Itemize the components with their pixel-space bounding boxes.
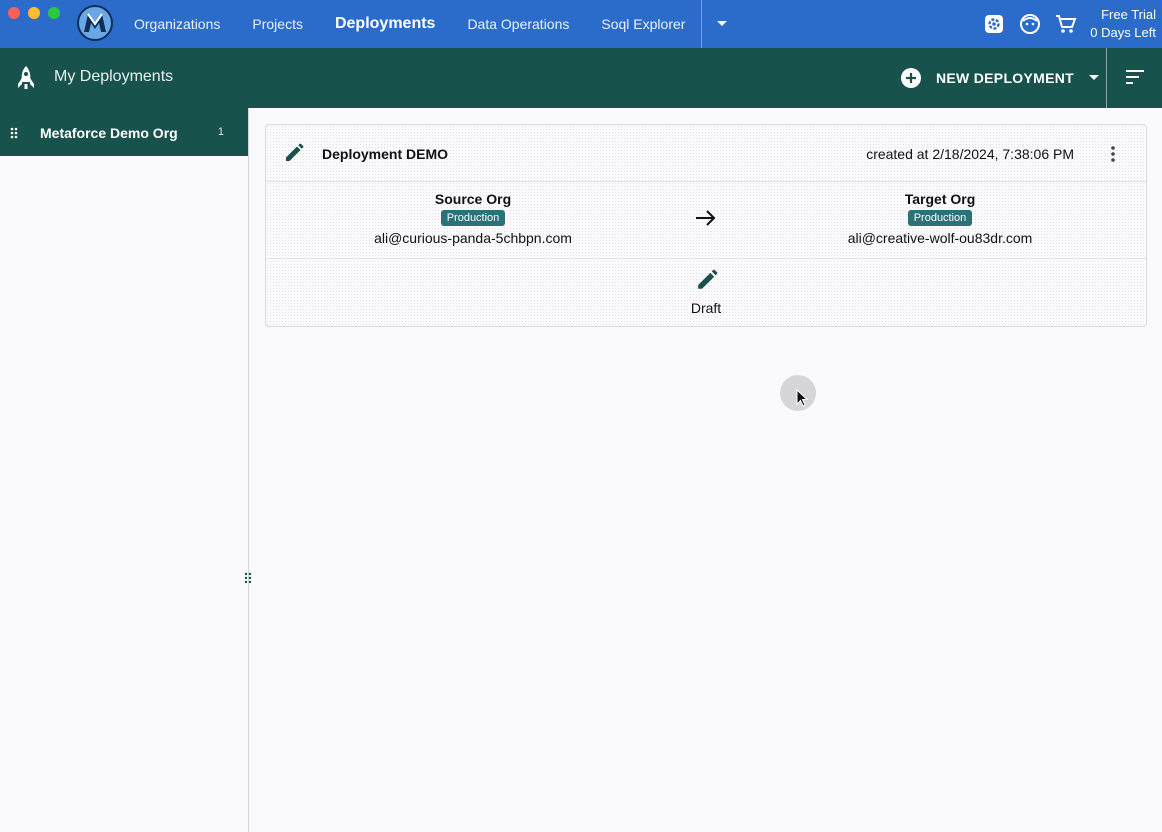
source-org: Source Org Production ali@curious-panda-… [323, 190, 623, 246]
deployment-card-header: Deployment DEMO created at 2/18/2024, 7:… [266, 125, 1146, 182]
more-vertical-icon[interactable] [1110, 144, 1116, 164]
source-org-email: ali@curious-panda-5chbpn.com [374, 230, 572, 246]
cart-button[interactable] [1054, 12, 1078, 36]
pencil-icon[interactable] [284, 143, 304, 163]
target-org-email: ali@creative-wolf-ou83dr.com [847, 230, 1033, 246]
deployment-title: Deployment DEMO [322, 146, 449, 162]
org-pair-row: Source Org Production ali@curious-panda-… [266, 182, 1146, 259]
mouse-cursor-highlight [780, 375, 816, 411]
header-divider [1106, 48, 1107, 108]
target-org-badge: Production [907, 210, 973, 226]
top-right-actions: Free Trial 0 Days Left [982, 0, 1156, 48]
logo-m-icon [84, 13, 106, 32]
drag-handle-icon[interactable] [10, 127, 18, 139]
sort-icon[interactable] [1124, 66, 1146, 88]
settings-icon [985, 15, 1004, 33]
target-org: Target Org Production ali@creative-wolf-… [790, 190, 1090, 246]
caret-down-icon [717, 21, 728, 26]
page-title: My Deployments [54, 68, 174, 85]
zoom-window-button[interactable] [48, 7, 60, 19]
nav-organizations[interactable]: Organizations [118, 16, 236, 32]
sidebar-item-label: Metaforce Demo Org [40, 125, 178, 141]
target-org-heading: Target Org [904, 191, 976, 207]
trial-days-left: 0 Days Left [1090, 25, 1156, 40]
rocket-icon [18, 66, 34, 89]
nav-more-button[interactable] [702, 0, 742, 48]
deployment-created-at: created at 2/18/2024, 7:38:06 PM [866, 146, 1074, 162]
settings-button[interactable] [982, 12, 1006, 36]
nav-projects[interactable]: Projects [236, 16, 319, 32]
nav-soql-explorer[interactable]: Soql Explorer [585, 16, 701, 32]
org-sidebar: Metaforce Demo Org 1 [0, 108, 252, 832]
close-window-button[interactable] [8, 7, 20, 19]
arrow-right-icon [696, 210, 716, 226]
deployment-card[interactable]: Deployment DEMO created at 2/18/2024, 7:… [265, 124, 1147, 327]
cart-icon [1056, 15, 1077, 33]
panel-resize-handle-icon[interactable] [244, 572, 252, 584]
pointer-cursor-icon [796, 389, 809, 407]
nav-data-operations[interactable]: Data Operations [451, 16, 585, 32]
page-header: My Deployments NEW DEPLOYMENT [0, 48, 1162, 108]
account-button[interactable] [1018, 12, 1042, 36]
trial-status[interactable]: Free Trial 0 Days Left [1090, 6, 1156, 42]
sidebar-item-metaforce-demo-org[interactable]: Metaforce Demo Org 1 [0, 108, 248, 156]
main-nav: Organizations Projects Deployments Data … [118, 0, 742, 48]
caret-down-icon[interactable] [1088, 74, 1100, 82]
nav-deployments[interactable]: Deployments [319, 15, 451, 33]
deployment-status[interactable]: Draft [266, 259, 1146, 327]
new-deployment-button[interactable]: NEW DEPLOYMENT [900, 66, 1100, 90]
source-org-heading: Source Org [434, 191, 512, 207]
new-deployment-label: NEW DEPLOYMENT [936, 70, 1074, 86]
pencil-icon [698, 269, 718, 289]
top-nav-bar: Organizations Projects Deployments Data … [0, 0, 1162, 48]
minimize-window-button[interactable] [28, 7, 40, 19]
app-logo[interactable] [77, 5, 113, 41]
source-org-badge: Production [440, 210, 506, 226]
account-icon [1020, 14, 1041, 34]
add-circle-icon [901, 68, 921, 88]
sidebar-item-count: 1 [217, 126, 224, 138]
trial-label: Free Trial [1101, 7, 1156, 22]
deployment-status-label: Draft [690, 300, 722, 316]
window-controls [8, 7, 60, 19]
